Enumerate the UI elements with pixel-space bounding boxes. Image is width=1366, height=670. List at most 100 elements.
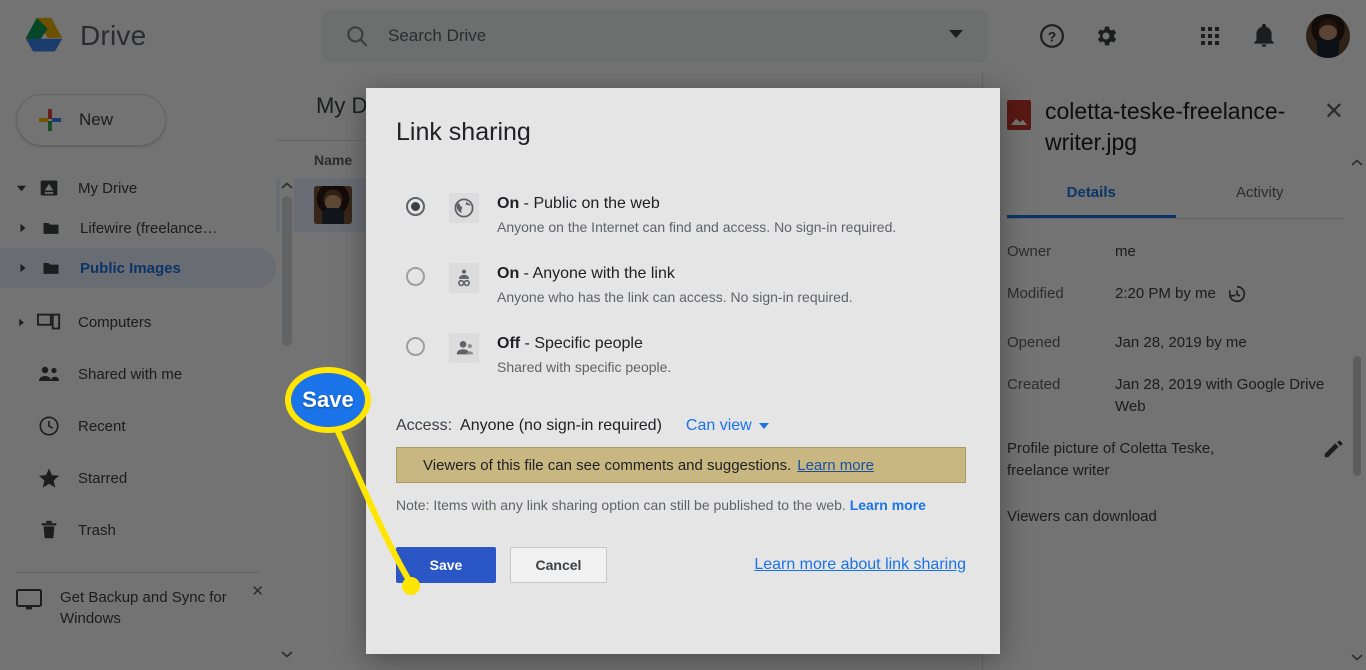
option-description: Shared with specific people. (497, 359, 672, 375)
search-box[interactable]: Search Drive (322, 10, 988, 62)
top-bar-icons: ? (1028, 12, 1366, 60)
sidebar-item-recent[interactable]: Recent (0, 406, 276, 446)
details-row-created: Created Jan 28, 2019 with Google Drive W… (1007, 374, 1344, 418)
sidebar: New My Drive Lifewire (freelance… Public… (0, 72, 276, 670)
note-learn-more-link[interactable]: Learn more (850, 497, 926, 513)
search-input[interactable]: Search Drive (388, 26, 946, 46)
scroll-up-chevron-up-icon[interactable] (280, 178, 294, 194)
radio-specific-people[interactable] (406, 337, 425, 356)
cancel-button[interactable]: Cancel (510, 547, 607, 583)
details-scrollbar[interactable] (1351, 156, 1363, 670)
scroll-down-chevron-down-icon[interactable] (1351, 650, 1363, 664)
details-row-owner: Owner me (1007, 241, 1344, 263)
option-title-text: Anyone with the link (532, 265, 675, 282)
sharing-option-public[interactable]: On - Public on the web Anyone on the Int… (396, 193, 966, 235)
sidebar-divider (16, 572, 260, 573)
sidebar-item-starred[interactable]: Starred (0, 458, 276, 498)
sharing-options: On - Public on the web Anyone on the Int… (396, 193, 966, 375)
people-icon (34, 365, 64, 383)
sidebar-item-trash[interactable]: Trash (0, 510, 276, 550)
sidebar-item-label: Shared with me (78, 365, 183, 383)
warning-text: Viewers of this file can see comments an… (423, 456, 792, 474)
scroll-up-chevron-up-icon[interactable] (1351, 156, 1363, 170)
monitor-icon (16, 589, 42, 617)
search-options-chevron-down-icon[interactable] (946, 24, 966, 49)
dialog-actions: Save Cancel Learn more about link sharin… (396, 547, 966, 583)
star-icon (34, 467, 64, 489)
access-row: Access: Anyone (no sign-in required) Can… (396, 417, 966, 435)
scroll-down-chevron-down-icon[interactable] (280, 646, 294, 662)
tab-activity[interactable]: Activity (1176, 184, 1345, 218)
sidebar-item-shared-with-me[interactable]: Shared with me (0, 354, 276, 394)
avatar[interactable] (1306, 14, 1350, 58)
tab-details[interactable]: Details (1007, 184, 1176, 218)
globe-icon (449, 193, 479, 223)
details-row-key: Owner (1007, 243, 1052, 260)
chevron-down-icon (758, 423, 769, 429)
new-button[interactable]: New (16, 94, 166, 146)
folder-icon (36, 218, 66, 238)
option-separator: - (520, 335, 535, 352)
details-row-value: Jan 28, 2019 with Google Drive Web (1115, 376, 1325, 415)
caret-down-icon[interactable] (8, 183, 34, 194)
sharing-option-anyone-with-link[interactable]: On - Anyone with the link Anyone who has… (396, 263, 966, 305)
caret-right-icon[interactable] (8, 318, 34, 327)
note-text-row: Note: Items with any link sharing option… (396, 497, 966, 513)
trash-icon (34, 519, 64, 541)
svg-text:?: ? (1048, 28, 1057, 44)
settings-gear-icon[interactable] (1082, 12, 1130, 60)
notifications-bell-icon[interactable] (1240, 12, 1288, 60)
computer-icon (34, 312, 64, 332)
person-icon (449, 333, 479, 363)
details-row-modified: Modified 2:20 PM by me (1007, 283, 1344, 312)
version-history-icon[interactable] (1226, 283, 1248, 312)
google-drive-logo-icon (22, 16, 66, 56)
permission-dropdown[interactable]: Can view (686, 417, 769, 435)
sidebar-item-label: Computers (78, 313, 152, 331)
access-label: Access: (396, 417, 453, 434)
details-header: coletta-teske-freelance-writer.jpg ✕ (1007, 96, 1344, 158)
brand[interactable]: Drive (0, 16, 300, 56)
scrollbar-thumb[interactable] (282, 196, 292, 346)
option-title: Off - Specific people (497, 335, 643, 352)
apps-grid-icon[interactable] (1186, 12, 1234, 60)
option-state: On (497, 195, 520, 212)
link-sharing-dialog: Link sharing On - Public on the web Anyo… (366, 88, 1000, 654)
option-description: Anyone on the Internet can find and acce… (497, 219, 897, 235)
sidebar-item-lifewire[interactable]: Lifewire (freelance… (0, 208, 276, 248)
access-value: Anyone (no sign-in required) (460, 417, 662, 434)
save-button[interactable]: Save (396, 547, 496, 583)
sidebar-item-computers[interactable]: Computers (0, 302, 276, 342)
clock-icon (34, 415, 64, 437)
radio-anyone-with-the-link[interactable] (406, 267, 425, 286)
radio-public-on-the-web[interactable] (406, 197, 425, 216)
close-icon[interactable]: ✕ (251, 581, 264, 602)
option-state: On (497, 265, 520, 282)
sharing-option-specific-people[interactable]: Off - Specific people Shared with specif… (396, 333, 966, 375)
close-icon[interactable]: ✕ (1324, 100, 1344, 124)
details-description: Profile picture of Coletta Teske, freela… (1007, 438, 1344, 482)
sidebar-item-my-drive[interactable]: My Drive (0, 168, 276, 208)
sidebar-item-label: Recent (78, 417, 126, 435)
caret-right-icon[interactable] (10, 223, 36, 233)
sidebar-item-label: My Drive (78, 179, 138, 197)
caret-right-icon[interactable] (10, 263, 36, 273)
learn-more-about-link-sharing-link[interactable]: Learn more about link sharing (754, 556, 966, 574)
backup-sync-promo[interactable]: Get Backup and Sync for Windows ✕ (0, 583, 276, 629)
warning-learn-more-link[interactable]: Learn more (797, 457, 874, 474)
sidebar-item-public-images[interactable]: Public Images (0, 248, 276, 288)
help-icon[interactable]: ? (1028, 12, 1076, 60)
option-state: Off (497, 335, 521, 352)
pencil-icon[interactable] (1322, 438, 1344, 467)
scrollbar-thumb[interactable] (1353, 356, 1361, 476)
details-row-opened: Opened Jan 28, 2019 by me (1007, 332, 1344, 354)
option-separator: - (519, 265, 533, 282)
details-row-key: Modified (1007, 285, 1064, 302)
option-description: Anyone who has the link can access. No s… (497, 289, 853, 305)
warning-banner: Viewers of this file can see comments an… (396, 447, 966, 483)
details-rows: Owner me Modified 2:20 PM by me Opened J… (1007, 241, 1344, 525)
details-row-key: Created (1007, 376, 1061, 393)
option-title-text: Public on the web (533, 195, 660, 212)
option-title: On - Anyone with the link (497, 265, 675, 282)
new-button-label: New (79, 110, 114, 129)
